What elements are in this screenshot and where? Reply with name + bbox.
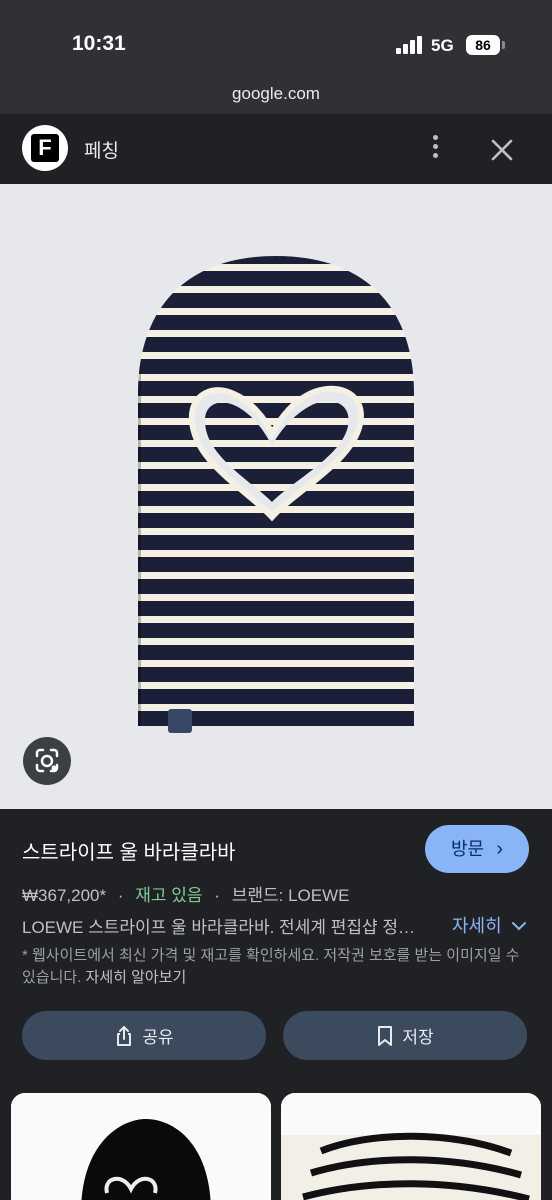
- result-header: F 페칭: [0, 114, 552, 184]
- share-label: 공유: [142, 1028, 174, 1047]
- save-label: 저장: [402, 1028, 434, 1047]
- share-icon: [117, 1025, 132, 1046]
- bookmark-icon: [378, 1025, 393, 1046]
- battery-icon: 86: [466, 35, 500, 55]
- stock-status: 재고 있음: [135, 886, 203, 905]
- related-result-thumbnail[interactable]: [11, 1093, 271, 1200]
- learn-more-link[interactable]: 자세히 알아보기: [86, 969, 187, 986]
- site-logo[interactable]: F: [22, 125, 68, 171]
- status-bar: 10:31 5G 86: [0, 0, 552, 72]
- visit-label: 방문: [451, 839, 485, 859]
- chevron-down-icon: [511, 922, 526, 931]
- product-description: LOEWE 스트라이프 울 바라클라바. 전세계 편집샵 정…: [22, 918, 415, 937]
- signal-icon: [396, 36, 426, 54]
- balaclava-illustration: [138, 256, 414, 733]
- product-brand: 브랜드: LOEWE: [231, 886, 350, 905]
- related-image: [281, 1093, 541, 1200]
- visit-button[interactable]: 방문 ›: [425, 825, 529, 873]
- image-notice: * 웹사이트에서 최신 가격 및 재고를 확인하세요. 저작권 보호를 받는 이…: [22, 945, 528, 989]
- network-type: 5G: [431, 36, 454, 55]
- chevron-right-icon: ›: [496, 838, 503, 860]
- site-logo-letter: F: [31, 134, 59, 162]
- site-name[interactable]: 페칭: [84, 136, 119, 163]
- more-details-label: 자세히: [452, 916, 502, 936]
- separator-dot: ·: [117, 886, 124, 905]
- product-image[interactable]: [0, 184, 552, 809]
- close-icon[interactable]: [486, 134, 518, 166]
- product-price: ₩367,200*: [22, 886, 107, 905]
- share-button[interactable]: 공유: [22, 1011, 266, 1060]
- product-meta: ₩367,200* · 재고 있음 · 브랜드: LOEWE: [22, 881, 349, 906]
- product-title: 스트라이프 울 바라클라바: [22, 842, 236, 864]
- related-result-thumbnail[interactable]: [281, 1093, 541, 1200]
- battery-tip: [502, 41, 505, 49]
- more-details-toggle[interactable]: 자세히: [452, 912, 527, 938]
- url-bar[interactable]: google.com: [0, 72, 552, 114]
- status-time: 10:31: [72, 32, 126, 55]
- google-lens-icon[interactable]: [23, 737, 71, 785]
- more-vert-icon[interactable]: [424, 132, 448, 162]
- related-image: [11, 1093, 271, 1200]
- separator-dot: ·: [214, 886, 220, 905]
- save-button[interactable]: 저장: [283, 1011, 527, 1060]
